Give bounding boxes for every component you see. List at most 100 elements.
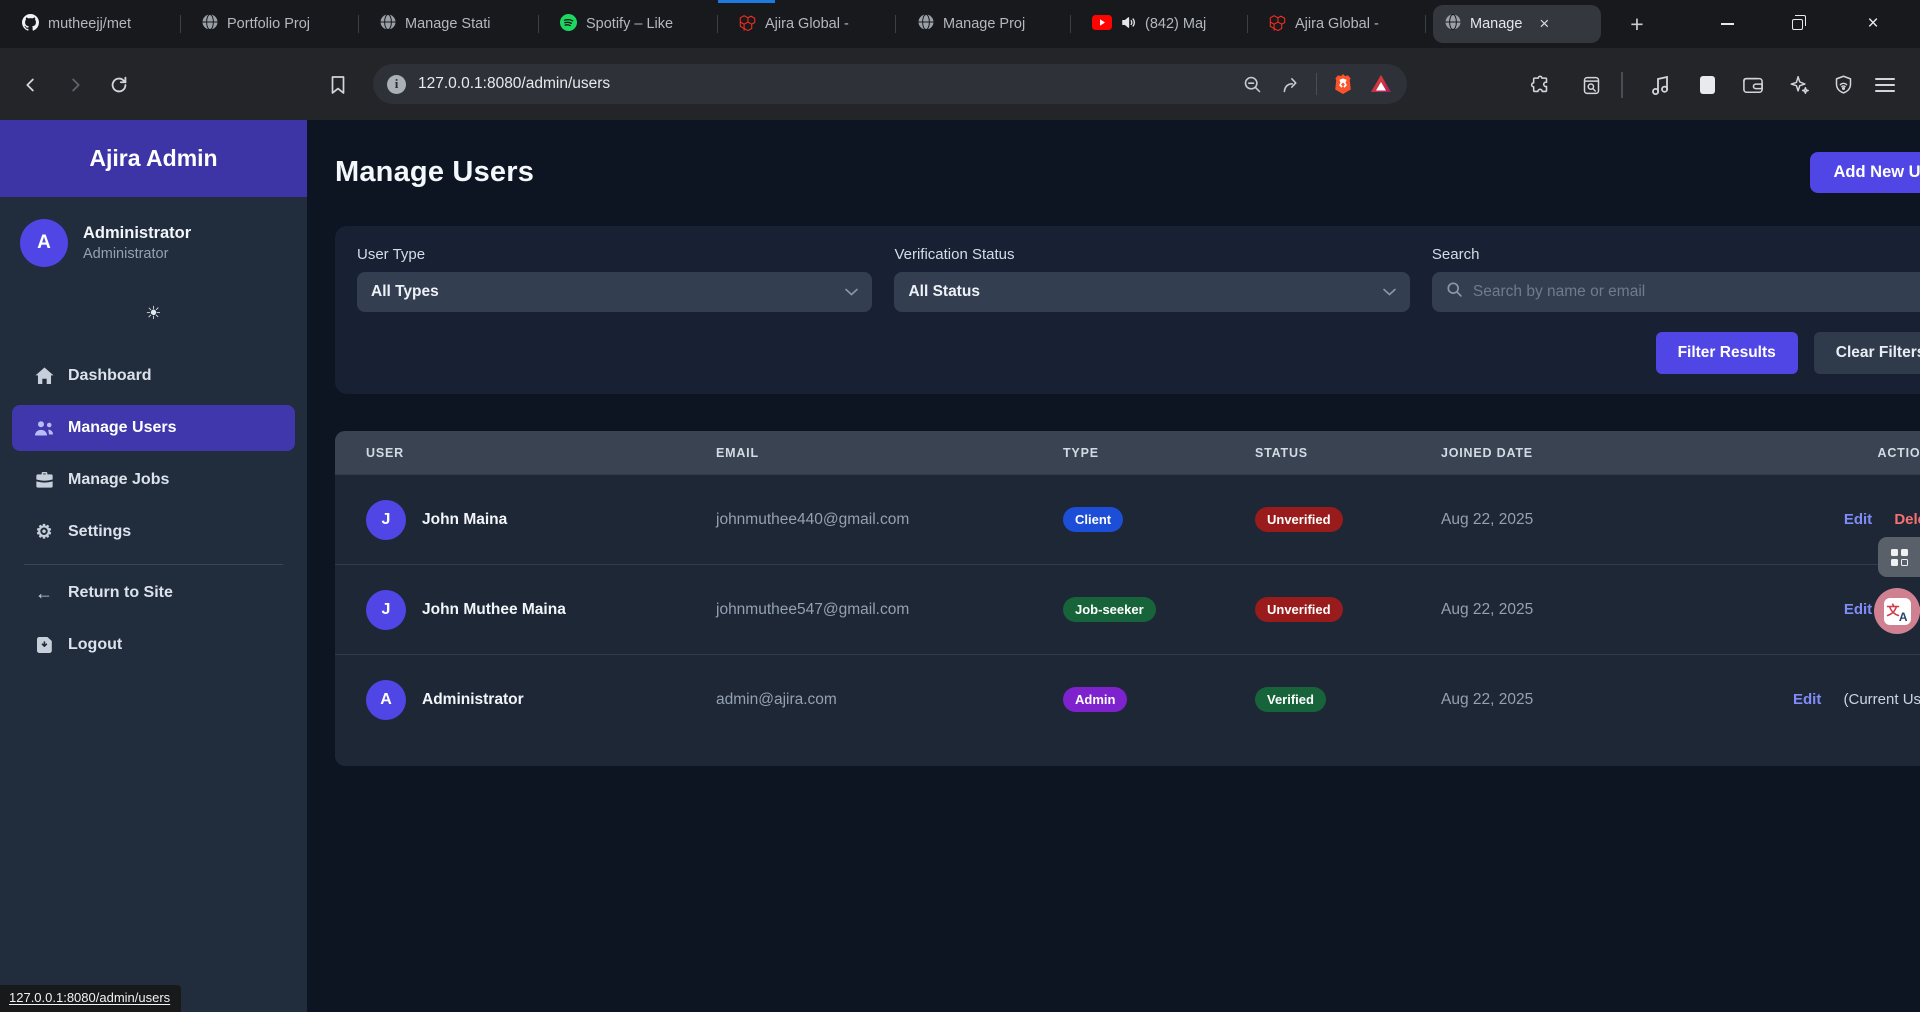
user-avatar: J: [366, 500, 406, 540]
profile-block: A Administrator Administrator: [0, 197, 307, 287]
leo-ai-sparkle-icon[interactable]: [1786, 72, 1812, 98]
filter-results-button[interactable]: Filter Results: [1656, 332, 1798, 374]
sidebar-item-manage-jobs[interactable]: Manage Jobs: [12, 457, 295, 503]
laravel-icon: [739, 14, 756, 35]
tab-separator: [717, 15, 718, 33]
user-type-select[interactable]: All Types: [357, 272, 872, 312]
add-new-user-button[interactable]: Add New User: [1810, 152, 1920, 193]
status-bar-url: 127.0.0.1:8080/admin/users: [0, 985, 181, 1012]
verification-status-value: All Status: [908, 283, 1382, 301]
user-type-label: User Type: [357, 246, 872, 263]
laravel-icon: [1269, 14, 1286, 35]
tab-github[interactable]: mutheejj/met: [10, 0, 172, 48]
tab-separator: [1070, 15, 1071, 33]
translate-widget-button[interactable]: 文A: [1874, 588, 1920, 634]
sidebar-item-settings[interactable]: ⚙ Settings: [12, 509, 295, 555]
window-minimize-button[interactable]: [1704, 0, 1750, 48]
vpn-shield-icon[interactable]: [1830, 72, 1856, 98]
column-header-user: USER: [366, 446, 716, 460]
tab-portfolio[interactable]: Portfolio Proj: [190, 0, 352, 48]
user-name: John Muthee Maina: [422, 601, 566, 619]
verification-status-select[interactable]: All Status: [894, 272, 1409, 312]
tab-label: Ajira Global -: [765, 16, 849, 32]
tab-ajira-global-1[interactable]: Ajira Global -: [727, 0, 889, 48]
sidebar-item-label: Dashboard: [68, 367, 152, 385]
type-badge: Client: [1063, 507, 1123, 532]
globe-icon: [918, 14, 934, 34]
forward-icon[interactable]: [62, 72, 88, 98]
share-icon[interactable]: [1278, 72, 1302, 96]
grid-icon: [1891, 549, 1908, 566]
tab-ajira-global-2[interactable]: Ajira Global -: [1257, 0, 1419, 48]
tab-separator: [1425, 15, 1426, 33]
tab-manage-projects[interactable]: Manage Proj: [906, 0, 1068, 48]
bookmark-icon[interactable]: [325, 72, 351, 98]
clear-filters-button[interactable]: Clear Filters: [1814, 332, 1920, 374]
joined-date: Aug 22, 2025: [1441, 691, 1793, 709]
user-email: johnmuthee547@gmail.com: [716, 601, 1063, 619]
wallet-icon[interactable]: [1740, 72, 1766, 98]
tab-active-manage-users[interactable]: Manage ×: [1433, 5, 1601, 43]
theme-toggle-sun-icon[interactable]: ☀: [0, 303, 307, 327]
edit-link[interactable]: Edit: [1844, 511, 1872, 528]
tab-youtube[interactable]: (842) Maj: [1080, 0, 1242, 48]
user-email: admin@ajira.com: [716, 691, 1063, 709]
back-icon[interactable]: [18, 72, 44, 98]
delete-link[interactable]: Delete: [1894, 511, 1920, 528]
filters-panel: User Type All Types Verification Status …: [335, 226, 1920, 394]
tab-manage-stations[interactable]: Manage Stati: [368, 0, 530, 48]
chevron-down-icon: [845, 283, 858, 301]
sidebar-item-dashboard[interactable]: Dashboard: [12, 353, 295, 399]
user-email: johnmuthee440@gmail.com: [716, 511, 1063, 529]
zoom-page-icon[interactable]: [1240, 72, 1264, 96]
tab-spotify[interactable]: Spotify – Like: [548, 0, 710, 48]
brave-rewards-bat-icon[interactable]: [1369, 72, 1393, 96]
new-tab-button[interactable]: +: [1622, 10, 1652, 40]
sidebar-item-label: Return to Site: [68, 584, 173, 602]
window-close-button[interactable]: ×: [1850, 0, 1896, 48]
search-in-tab-icon[interactable]: [1578, 72, 1604, 98]
audio-speaker-icon[interactable]: [1121, 15, 1136, 34]
main-content: Manage Users Add New User User Type All …: [307, 120, 1920, 1012]
sidebar-item-logout[interactable]: Logout: [12, 622, 295, 668]
search-icon: [1446, 281, 1463, 303]
sidebar-item-label: Settings: [68, 523, 131, 541]
tab-label: Spotify – Like: [586, 16, 673, 32]
column-header-actions: ACTIONS: [1793, 446, 1920, 460]
sidebar-item-return-to-site[interactable]: ← Return to Site: [12, 570, 295, 616]
screen-capture-widget-button[interactable]: [1878, 537, 1920, 577]
edit-link[interactable]: Edit: [1793, 691, 1821, 708]
profile-name: Administrator: [83, 224, 191, 243]
tab-label: (842) Maj: [1145, 16, 1206, 32]
extensions-puzzle-icon[interactable]: [1528, 72, 1554, 98]
edit-link[interactable]: Edit: [1844, 601, 1872, 618]
search-field[interactable]: [1432, 272, 1920, 312]
brave-shield-icon[interactable]: [1331, 72, 1355, 96]
table-row: A Administrator admin@ajira.com Admin Ve…: [335, 654, 1920, 744]
status-badge: Verified: [1255, 687, 1326, 712]
admin-sidebar: Ajira Admin A Administrator Administrato…: [0, 120, 307, 1012]
user-avatar: J: [366, 590, 406, 630]
sidebar-toggle-icon[interactable]: [1694, 72, 1720, 98]
chevron-down-icon: [1383, 283, 1396, 301]
brand-title: Ajira Admin: [0, 120, 307, 197]
tab-label: Manage Stati: [405, 16, 490, 32]
sidebar-item-manage-users[interactable]: Manage Users: [12, 405, 295, 451]
table-header-row: USER EMAIL TYPE STATUS JOINED DATE ACTIO…: [335, 431, 1920, 474]
window-restore-button[interactable]: [1774, 0, 1820, 48]
search-input[interactable]: [1473, 283, 1920, 301]
site-info-icon[interactable]: i: [387, 75, 406, 94]
user-type-value: All Types: [371, 283, 845, 301]
url-text[interactable]: 127.0.0.1:8080/admin/users: [418, 75, 1226, 93]
omnibox-separator: [1316, 73, 1317, 95]
sidebar-divider: [24, 564, 283, 565]
media-playing-icon[interactable]: [1648, 72, 1674, 98]
tab-separator: [1247, 15, 1248, 33]
users-table: USER EMAIL TYPE STATUS JOINED DATE ACTIO…: [335, 431, 1920, 766]
reload-icon[interactable]: [106, 72, 132, 98]
address-bar[interactable]: i 127.0.0.1:8080/admin/users: [373, 64, 1407, 104]
menu-hamburger-icon[interactable]: [1872, 72, 1898, 98]
briefcase-icon: [34, 471, 54, 489]
table-row: J John Maina johnmuthee440@gmail.com Cli…: [335, 474, 1920, 564]
tab-close-icon[interactable]: ×: [1535, 14, 1553, 34]
